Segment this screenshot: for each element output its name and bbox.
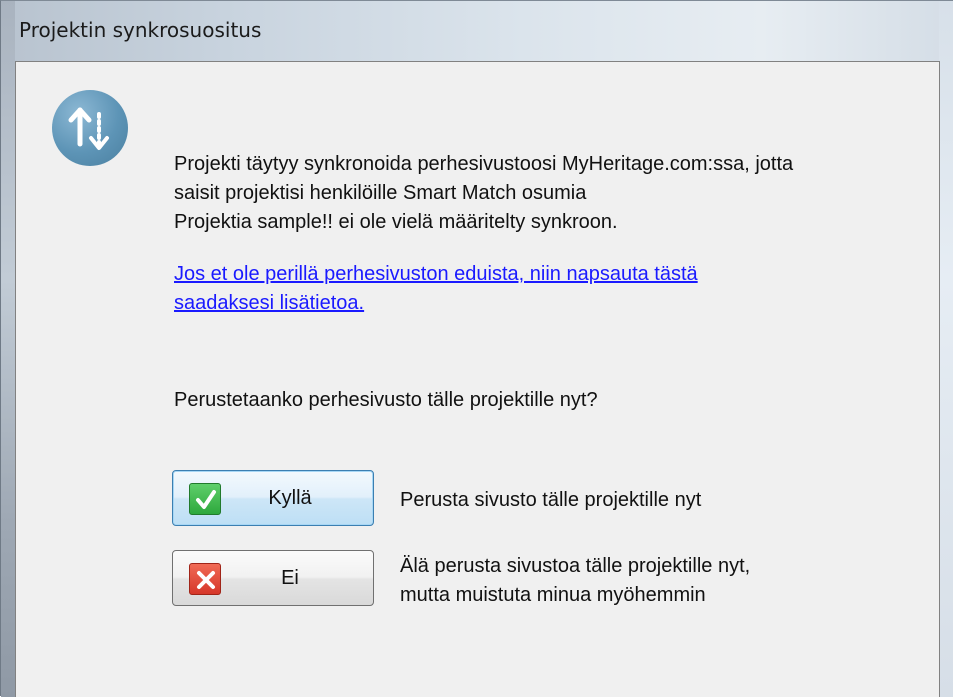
no-button[interactable]: Ei [172, 550, 374, 606]
window-title: Projektin synkrosuositus [19, 18, 262, 42]
info-link-line-2[interactable]: saadaksesi lisätietoa. [174, 289, 874, 318]
yes-description: Perusta sivusto tälle projektille nyt [400, 489, 702, 511]
dialog-window: Projektin synkrosuositus Projekti täytyy… [0, 0, 953, 697]
message-line-1: Projekti täytyy synkronoida perhesivusto… [174, 153, 794, 175]
family-site-info-link[interactable]: Jos et ole perillä perhesivuston eduista… [174, 260, 874, 318]
sync-arrows-icon [52, 90, 128, 166]
yes-button[interactable]: Kyllä [172, 470, 374, 526]
info-link-line-1[interactable]: Jos et ole perillä perhesivuston eduista… [174, 260, 874, 289]
no-description-line-1: Älä perusta sivustoa tälle projektille n… [400, 555, 751, 577]
create-site-question: Perustetaanko perhesivusto tälle projekt… [174, 389, 598, 411]
no-description: Älä perusta sivustoa tälle projektille n… [400, 552, 750, 610]
dialog-client-area: Projekti täytyy synkronoida perhesivusto… [15, 61, 940, 697]
no-button-label: Ei [281, 567, 299, 589]
no-description-line-2: mutta muistuta minua myöhemmin [400, 584, 706, 606]
window-frame-right [939, 1, 953, 697]
yes-button-label: Kyllä [268, 487, 312, 509]
window-frame-left [1, 1, 15, 697]
checkmark-icon [189, 483, 221, 515]
sync-message: Projekti täytyy synkronoida perhesivusto… [174, 150, 934, 237]
message-line-2: saisit projektisi henkilöille Smart Matc… [174, 182, 587, 204]
message-line-3: Projektia sample!! ei ole vielä määritel… [174, 211, 618, 233]
x-icon [189, 563, 221, 595]
